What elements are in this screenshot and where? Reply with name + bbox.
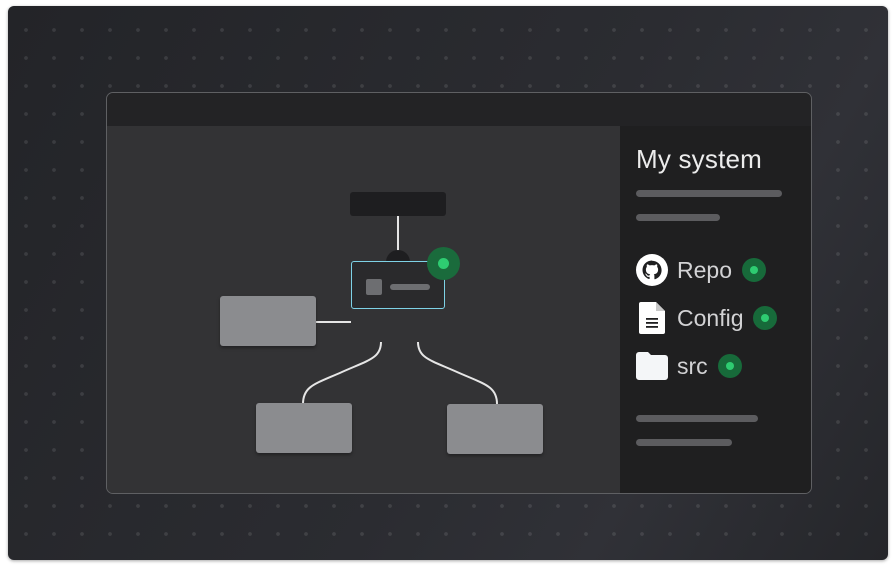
document-icon: [636, 302, 668, 334]
node-icon-placeholder: [366, 279, 382, 295]
node-bottom-left[interactable]: [256, 403, 352, 453]
sidebar-item-label: Config: [677, 304, 744, 331]
edge-selected-to-bottom-left: [302, 341, 382, 405]
placeholder-line: [636, 214, 720, 221]
placeholder-line: [636, 415, 758, 422]
app-frame: My system Repo Config src: [8, 6, 888, 560]
sidebar-item-label: Repo: [677, 256, 732, 283]
folder-icon: [636, 350, 668, 382]
diagram-canvas[interactable]: [107, 126, 620, 493]
app-window: My system Repo Config src: [106, 92, 812, 494]
status-indicator: [753, 306, 778, 330]
edge-selected-to-bottom-right: [417, 341, 498, 405]
node-bottom-right[interactable]: [447, 404, 543, 454]
window-titlebar: [107, 93, 811, 126]
sidebar-item-config[interactable]: Config: [636, 301, 778, 335]
selected-node-status-dot: [438, 258, 449, 269]
placeholder-line: [636, 439, 732, 446]
status-indicator: [717, 354, 742, 378]
node-label-placeholder: [390, 284, 430, 290]
sidebar-title: My system: [636, 144, 763, 174]
github-icon: [636, 254, 668, 286]
placeholder-line: [636, 190, 782, 197]
node-left[interactable]: [220, 296, 316, 346]
details-sidebar: My system Repo Config src: [620, 126, 811, 493]
sidebar-item-repo[interactable]: Repo: [636, 253, 766, 287]
graph-connections: [302, 215, 498, 405]
sidebar-item-src[interactable]: src: [636, 349, 742, 383]
sidebar-item-label: src: [677, 352, 708, 379]
status-indicator: [741, 258, 766, 282]
top-node[interactable]: [350, 192, 446, 216]
